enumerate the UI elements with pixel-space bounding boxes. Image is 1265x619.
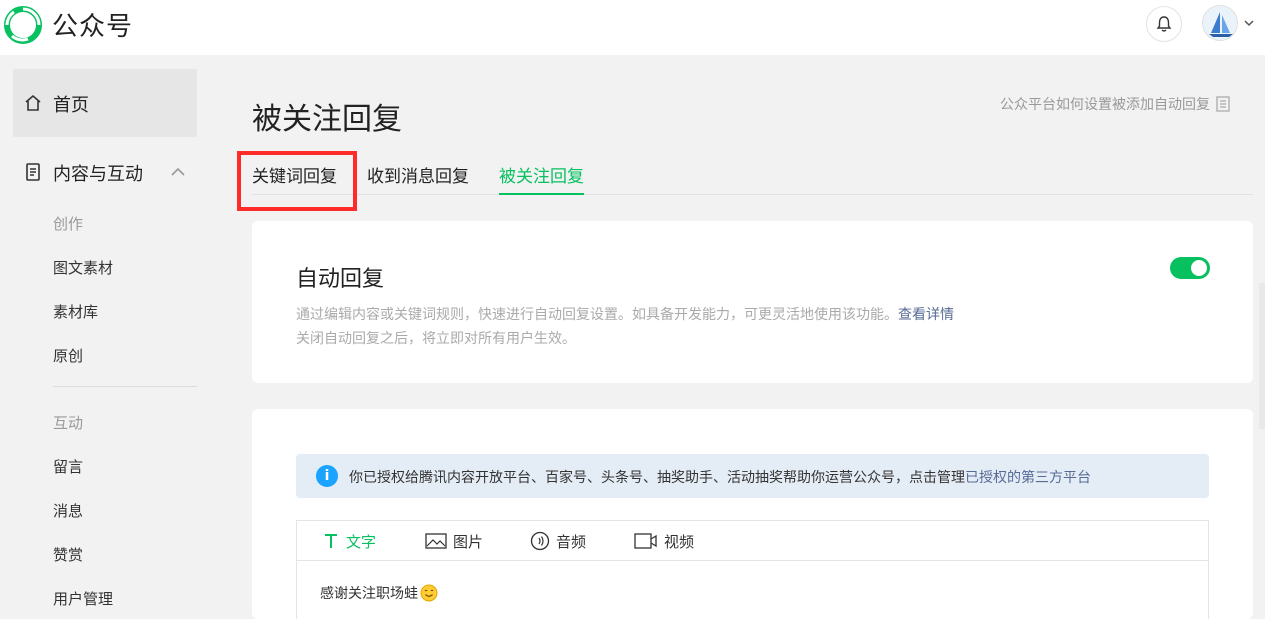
sidebar-item-label: 内容与互动 bbox=[53, 164, 143, 185]
tool-label: 文字 bbox=[346, 532, 377, 551]
home-icon bbox=[25, 94, 41, 111]
tool-image[interactable]: 图片 bbox=[425, 531, 483, 551]
tool-label: 视频 bbox=[664, 532, 695, 551]
authorization-notice: i 你已授权给腾讯内容开放平台、百家号、头条号、抽奖助手、活动抽奖帮助你运营公众… bbox=[296, 454, 1209, 498]
notice-text: 你已授权给腾讯内容开放平台、百家号、头条号、抽奖助手、活动抽奖帮助你运营公众号，… bbox=[349, 470, 965, 486]
tab-follow-reply[interactable]: 被关注回复 bbox=[499, 162, 584, 195]
notification-button[interactable] bbox=[1146, 6, 1182, 42]
text-icon bbox=[325, 534, 337, 548]
sidebar-item-label: 首页 bbox=[53, 95, 89, 116]
chevron-down-icon[interactable] bbox=[1242, 16, 1256, 30]
sidebar-group-interact: 互动 bbox=[53, 414, 84, 432]
sidebar-item-rewards[interactable]: 赞赏 bbox=[53, 544, 83, 565]
sidebar-item-original[interactable]: 原创 bbox=[53, 345, 83, 366]
chevron-up-icon[interactable] bbox=[168, 162, 188, 182]
tool-label: 图片 bbox=[453, 532, 484, 551]
smile-emoji-icon bbox=[420, 584, 438, 602]
sidebar-divider bbox=[53, 386, 197, 387]
reply-text: 感谢关注职场蛙 bbox=[320, 586, 418, 602]
view-details-link[interactable]: 查看详情 bbox=[898, 307, 954, 323]
wechat-mp-logo[interactable] bbox=[4, 6, 42, 44]
sidebar-item-home[interactable]: 首页 bbox=[13, 69, 197, 137]
scrollbar[interactable] bbox=[1259, 283, 1265, 429]
page-title: 被关注回复 bbox=[252, 102, 402, 137]
image-icon bbox=[425, 533, 447, 549]
sidebar-group-create: 创作 bbox=[53, 215, 84, 233]
tab-message-reply[interactable]: 收到消息回复 bbox=[367, 162, 469, 195]
auto-reply-card: 自动回复 通过编辑内容或关键词规则，快速进行自动回复设置。如具备开发能力，可更灵… bbox=[252, 221, 1253, 383]
sidebar-item-users[interactable]: 用户管理 bbox=[53, 588, 113, 609]
reply-tabs: 关键词回复 收到消息回复 被关注回复 bbox=[252, 162, 1253, 195]
auto-reply-toggle[interactable] bbox=[1170, 257, 1210, 279]
reply-editor: 文字 图片 音频 视频 感谢关注职场蛙 bbox=[296, 520, 1209, 619]
sidebar-item-comments[interactable]: 留言 bbox=[53, 456, 83, 477]
editor-content[interactable]: 感谢关注职场蛙 bbox=[320, 583, 438, 603]
sidebar-item-articles[interactable]: 图文素材 bbox=[53, 257, 113, 278]
auto-reply-note: 关闭自动回复之后，将立即对所有用户生效。 bbox=[296, 331, 576, 347]
auto-reply-title: 自动回复 bbox=[296, 267, 385, 292]
help-link[interactable]: 公众平台如何设置被添加自动回复 bbox=[1000, 94, 1230, 114]
highlight-box bbox=[237, 151, 357, 211]
tool-text[interactable]: 文字 bbox=[322, 531, 376, 551]
help-link-text: 公众平台如何设置被添加自动回复 bbox=[1000, 97, 1210, 113]
document-icon bbox=[26, 163, 40, 181]
sidebar-item-library[interactable]: 素材库 bbox=[53, 301, 98, 322]
notice-text-wrap: 你已授权给腾讯内容开放平台、百家号、头条号、抽奖助手、活动抽奖帮助你运营公众号，… bbox=[349, 467, 1091, 487]
top-bar: 公众号 bbox=[0, 0, 1265, 55]
tool-label: 音频 bbox=[556, 532, 587, 551]
audio-icon bbox=[530, 531, 550, 551]
sidebar: 首页 内容与互动 创作 图文素材 素材库 原创 互动 留言 消息 赞赏 用户管理 bbox=[0, 55, 210, 619]
info-icon: i bbox=[316, 465, 338, 487]
reply-editor-card: i 你已授权给腾讯内容开放平台、百家号、头条号、抽奖助手、活动抽奖帮助你运营公众… bbox=[252, 409, 1253, 619]
third-party-link[interactable]: 已授权的第三方平台 bbox=[965, 470, 1091, 486]
avatar[interactable] bbox=[1202, 5, 1238, 41]
brand-title[interactable]: 公众号 bbox=[52, 6, 133, 43]
auto-reply-description: 通过编辑内容或关键词规则，快速进行自动回复设置。如具备开发能力，可更灵活地使用该… bbox=[296, 304, 954, 324]
sidebar-item-content[interactable]: 内容与互动 bbox=[13, 150, 197, 194]
avatar-image bbox=[1203, 6, 1237, 40]
tool-audio[interactable]: 音频 bbox=[530, 531, 586, 551]
sidebar-item-messages[interactable]: 消息 bbox=[53, 500, 83, 521]
description-text: 通过编辑内容或关键词规则，快速进行自动回复设置。如具备开发能力，可更灵活地使用该… bbox=[296, 307, 898, 323]
video-icon bbox=[634, 533, 657, 549]
toggle-knob bbox=[1191, 260, 1207, 276]
bell-icon bbox=[1156, 16, 1172, 32]
tool-video[interactable]: 视频 bbox=[634, 531, 694, 551]
doc-icon bbox=[1216, 96, 1230, 112]
editor-toolbar: 文字 图片 音频 视频 bbox=[297, 521, 1208, 561]
